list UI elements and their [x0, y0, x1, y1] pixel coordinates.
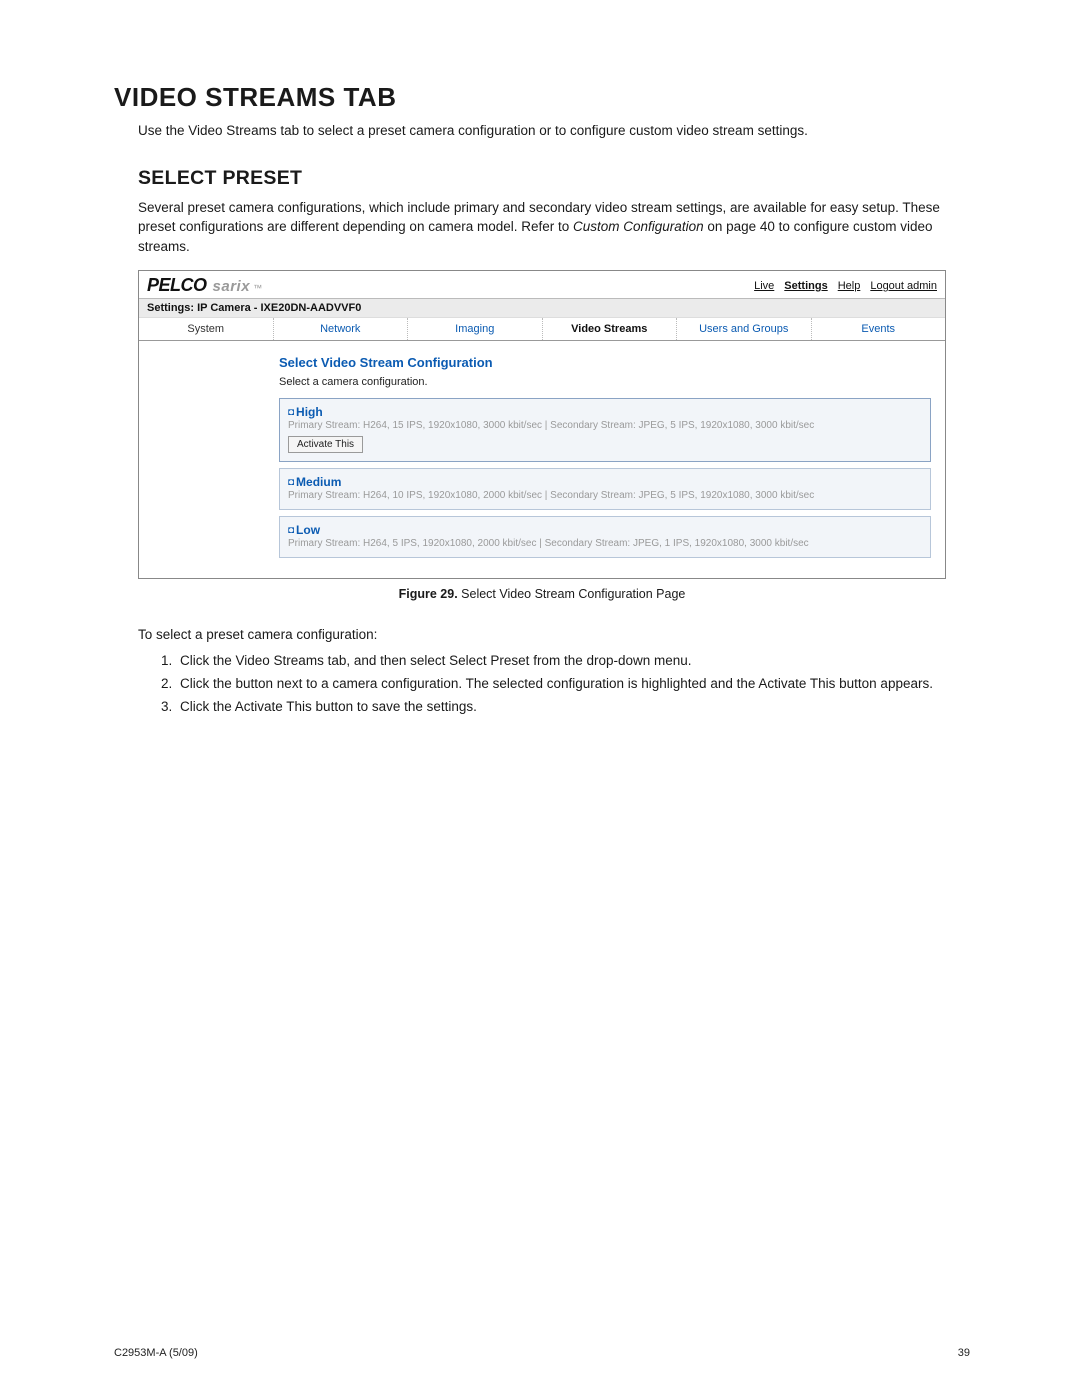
config-subtitle: Select a camera configuration. — [279, 376, 931, 388]
preset-low[interactable]: ◘Low Primary Stream: H264, 5 IPS, 1920x1… — [279, 516, 931, 558]
pelco-logo: PELCO — [147, 275, 207, 296]
preset-low-name: ◘Low — [288, 523, 922, 537]
cross-reference: Custom Configuration — [573, 219, 704, 234]
tab-users-groups[interactable]: Users and Groups — [677, 318, 812, 340]
screenshot-frame: PELCO sarix ™ Live Settings Help Logout … — [138, 270, 946, 579]
live-link[interactable]: Live — [754, 280, 774, 292]
preset-medium-label: Medium — [296, 475, 341, 489]
page-footer: C2953M-A (5/09) 39 — [114, 1347, 970, 1359]
settings-breadcrumb: Settings: IP Camera - IXE20DN-AADVVF0 — [139, 299, 945, 318]
radio-icon: ◘ — [288, 407, 294, 418]
top-nav-links: Live Settings Help Logout admin — [754, 280, 937, 292]
preset-high[interactable]: ◘High Primary Stream: H264, 15 IPS, 1920… — [279, 398, 931, 462]
preset-high-label: High — [296, 405, 323, 419]
page-title: VIDEO STREAMS TAB — [114, 82, 970, 113]
logout-link[interactable]: Logout admin — [870, 280, 937, 292]
figure-caption-text: Select Video Stream Configuration Page — [461, 587, 685, 601]
preset-high-desc: Primary Stream: H264, 15 IPS, 1920x1080,… — [288, 420, 922, 431]
tab-imaging[interactable]: Imaging — [408, 318, 543, 340]
preset-high-name: ◘High — [288, 405, 922, 419]
section-title: SELECT PRESET — [138, 167, 970, 190]
tab-bar: System Network Imaging Video Streams Use… — [139, 318, 945, 341]
tab-network[interactable]: Network — [274, 318, 409, 340]
trademark-symbol: ™ — [253, 283, 262, 293]
tab-system[interactable]: System — [139, 318, 274, 340]
preset-medium-name: ◘Medium — [288, 475, 922, 489]
document-page: VIDEO STREAMS TAB Use the Video Streams … — [0, 0, 1080, 1397]
step-2: Click the button next to a camera config… — [176, 673, 970, 696]
radio-icon: ◘ — [288, 477, 294, 488]
steps-intro: To select a preset camera configuration: — [138, 627, 970, 642]
radio-icon: ◘ — [288, 525, 294, 536]
preset-low-desc: Primary Stream: H264, 5 IPS, 1920x1080, … — [288, 538, 922, 549]
brand-logo: PELCO sarix ™ — [147, 275, 262, 296]
footer-page-number: 39 — [958, 1347, 970, 1359]
figure-caption: Figure 29. Select Video Stream Configura… — [138, 587, 946, 601]
config-area: Select Video Stream Configuration Select… — [139, 341, 945, 578]
preset-medium[interactable]: ◘Medium Primary Stream: H264, 10 IPS, 19… — [279, 468, 931, 510]
config-title: Select Video Stream Configuration — [279, 355, 931, 370]
section-body: Several preset camera configurations, wh… — [138, 198, 970, 257]
activate-this-button[interactable]: Activate This — [288, 436, 363, 453]
intro-paragraph: Use the Video Streams tab to select a pr… — [138, 121, 970, 141]
tab-events[interactable]: Events — [812, 318, 946, 340]
preset-medium-desc: Primary Stream: H264, 10 IPS, 1920x1080,… — [288, 490, 922, 501]
settings-link[interactable]: Settings — [784, 280, 827, 292]
steps-list: Click the Video Streams tab, and then se… — [158, 650, 970, 719]
footer-doc-id: C2953M-A (5/09) — [114, 1347, 198, 1359]
preset-low-label: Low — [296, 523, 320, 537]
step-3: Click the Activate This button to save t… — [176, 696, 970, 719]
tab-video-streams[interactable]: Video Streams — [543, 318, 678, 340]
screenshot-header: PELCO sarix ™ Live Settings Help Logout … — [139, 271, 945, 299]
step-1: Click the Video Streams tab, and then se… — [176, 650, 970, 673]
figure-label: Figure 29. — [399, 587, 458, 601]
help-link[interactable]: Help — [838, 280, 861, 292]
sarix-logo: sarix — [213, 278, 251, 295]
